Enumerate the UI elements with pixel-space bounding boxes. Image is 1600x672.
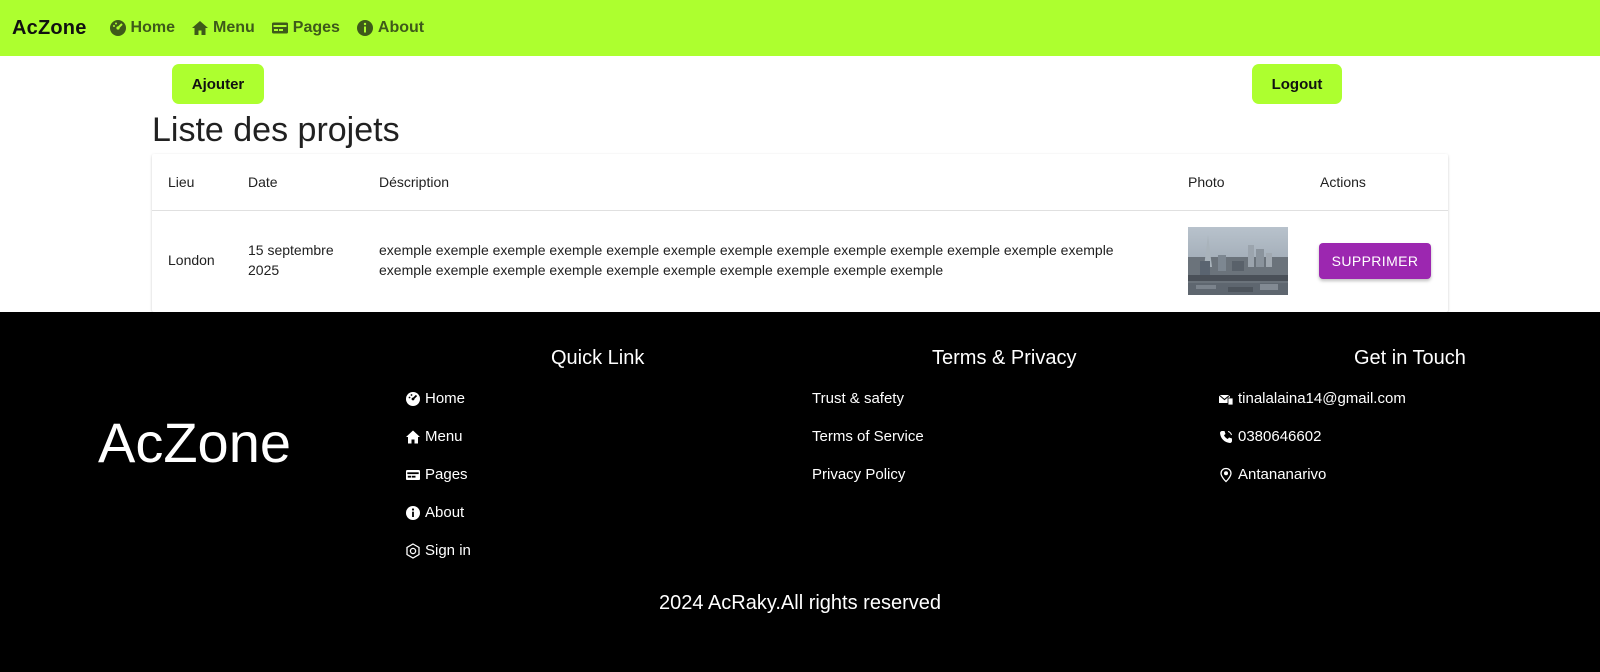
location-pin-icon xyxy=(1218,467,1234,483)
footer-link-label: Home xyxy=(425,390,466,407)
nav-item-label: About xyxy=(377,19,425,36)
sign-in-icon xyxy=(405,542,421,559)
nav-item-label: Home xyxy=(130,19,175,36)
project-photo xyxy=(1188,227,1288,295)
info-icon xyxy=(356,19,374,37)
terms-title: Terms & Privacy xyxy=(932,347,1077,369)
contact-location[interactable]: Antananarivo xyxy=(1218,466,1326,483)
contact-email-text: tinalalaina14@gmail.com xyxy=(1238,390,1406,407)
ajouter-button[interactable]: Ajouter xyxy=(172,64,264,104)
info-icon xyxy=(405,505,421,521)
header-lieu: Lieu xyxy=(168,174,195,190)
cell-date: 15 septembre 2025 xyxy=(248,240,358,280)
copyright: 2024 AcRaky.All rights reserved xyxy=(659,592,941,614)
contact-phone[interactable]: 0380646602 xyxy=(1218,428,1321,445)
footer-link-sign-in[interactable]: Sign in xyxy=(405,542,471,559)
cell-lieu: London xyxy=(168,252,215,268)
page-title: Liste des projets xyxy=(152,111,400,149)
cell-date-line1: 15 septembre xyxy=(248,242,334,258)
nav-item-about[interactable]: About xyxy=(356,19,424,37)
nav-menu: Home Menu Pages About xyxy=(109,19,424,37)
contact-title: Get in Touch xyxy=(1354,347,1466,369)
projects-table: Lieu Date Déscription Photo Actions Lond… xyxy=(152,154,1448,312)
home-icon xyxy=(191,19,209,37)
nav-item-pages[interactable]: Pages xyxy=(271,19,340,37)
navbar-brand[interactable]: AcZone xyxy=(12,17,87,40)
header-date: Date xyxy=(248,174,278,190)
footer-link-menu[interactable]: Menu xyxy=(405,428,463,445)
footer-brand: AcZone xyxy=(98,411,291,474)
header-photo: Photo xyxy=(1188,174,1225,190)
home-icon xyxy=(405,429,421,445)
quick-link-title: Quick Link xyxy=(551,347,645,369)
footer: AcZone Quick Link Home Menu Pages About … xyxy=(0,312,1600,672)
contact-email[interactable]: tinalalaina14@gmail.com xyxy=(1218,390,1406,407)
footer-link-privacy-policy[interactable]: Privacy Policy xyxy=(812,466,905,483)
nav-item-label: Pages xyxy=(292,19,340,36)
cell-date-line2: 2025 xyxy=(248,262,280,278)
card-icon xyxy=(405,467,421,483)
dashboard-icon xyxy=(109,19,127,37)
contact-phone-text: 0380646602 xyxy=(1238,428,1322,445)
footer-link-terms-of-service[interactable]: Terms of Service xyxy=(812,428,924,445)
footer-link-label: Pages xyxy=(425,466,468,483)
footer-link-pages[interactable]: Pages xyxy=(405,466,468,483)
logout-button[interactable]: Logout xyxy=(1252,64,1342,104)
mail-icon xyxy=(1218,391,1234,407)
nav-item-label: Menu xyxy=(213,19,255,36)
header-description: Déscription xyxy=(379,174,450,190)
contact-location-text: Antananarivo xyxy=(1238,466,1327,483)
footer-link-label: About xyxy=(425,504,465,521)
nav-item-home[interactable]: Home xyxy=(109,19,175,37)
nav-item-menu[interactable]: Menu xyxy=(191,19,255,37)
footer-link-home[interactable]: Home xyxy=(405,390,465,407)
table-header: Lieu Date Déscription Photo Actions xyxy=(152,154,1448,211)
navbar: AcZone Home Menu Pages About xyxy=(0,0,1600,56)
footer-link-trust-safety[interactable]: Trust & safety xyxy=(812,390,904,407)
dashboard-icon xyxy=(405,391,421,407)
phone-icon xyxy=(1218,429,1234,445)
footer-link-label: Sign in xyxy=(425,542,471,559)
supprimer-button[interactable]: SUPPRIMER xyxy=(1319,243,1431,279)
footer-link-label: Menu xyxy=(425,428,463,445)
footer-link-about[interactable]: About xyxy=(405,504,464,521)
cell-description: exemple exemple exemple exemple exemple … xyxy=(379,242,1114,278)
header-actions: Actions xyxy=(1320,174,1366,190)
card-icon xyxy=(271,19,289,37)
